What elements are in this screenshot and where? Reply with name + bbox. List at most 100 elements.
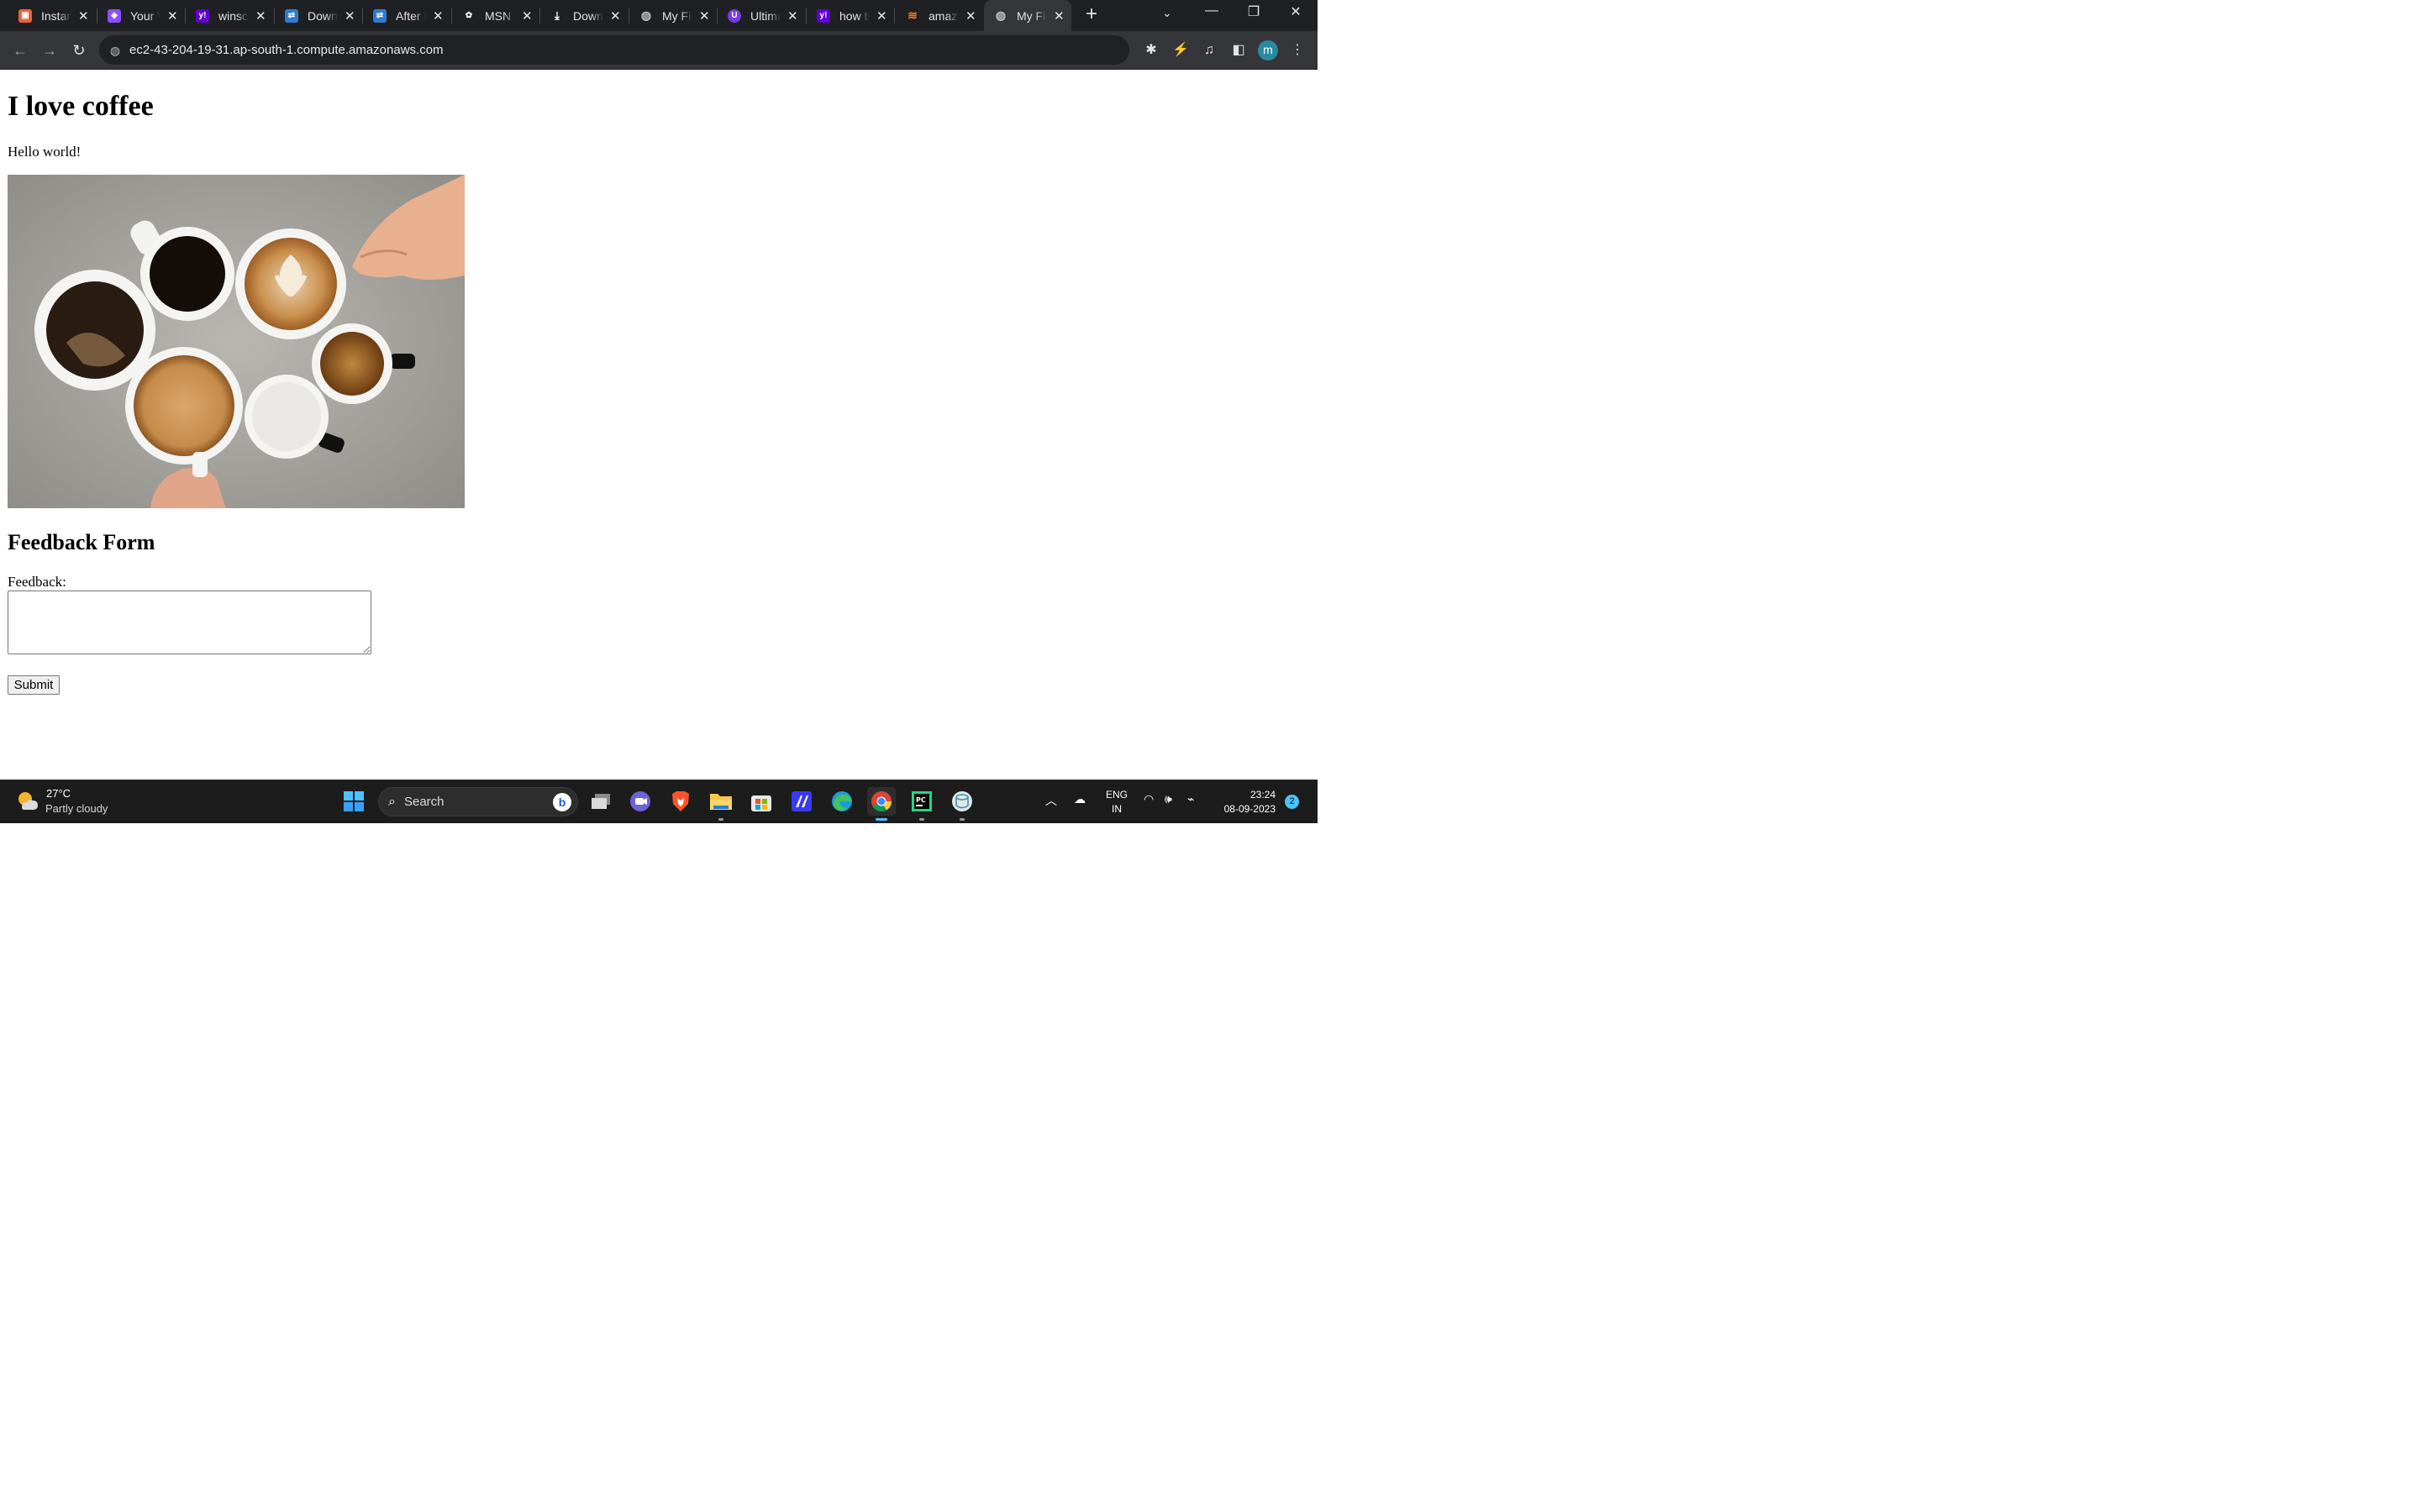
tab-download-2[interactable]: ⤓ Download ✕ [540, 3, 621, 28]
language-line-1: ENG [1106, 789, 1128, 801]
task-view-icon[interactable] [587, 787, 615, 816]
msn-icon: ✿ [465, 11, 473, 20]
brave-icon[interactable] [666, 787, 695, 816]
show-hidden-icons-chevron-icon[interactable]: ︿ [1045, 792, 1057, 809]
stackoverflow-icon: ≋ [908, 8, 918, 22]
back-button[interactable]: ← [9, 39, 31, 61]
winscp-icon: ⇄ [285, 8, 298, 23]
globe-icon: ◍ [995, 8, 1007, 22]
visual-studio-icon[interactable] [787, 787, 816, 816]
tab-title: Ultimate [750, 8, 781, 23]
tab-how-to[interactable]: y! how to ✕ [807, 3, 887, 28]
tab-title: Download [573, 8, 603, 23]
tab-ultimate[interactable]: U Ultimate ✕ [718, 3, 798, 28]
globe-icon: ◍ [640, 8, 652, 22]
tab-winscp[interactable]: y! winscp ✕ [186, 3, 266, 28]
tab-my-first-active[interactable]: ◍ My First ✕ [984, 0, 1071, 31]
close-icon[interactable]: ✕ [965, 8, 976, 24]
tab-title: My First [1017, 8, 1047, 23]
tab-title: amazon [929, 8, 959, 23]
menu-icon[interactable]: ⋮ [1286, 39, 1308, 61]
site-info-icon[interactable]: ◍ [108, 43, 123, 58]
weather-condition[interactable]: Partly cloudy [45, 802, 108, 815]
battery-charging-icon[interactable]: ⌁ [1187, 792, 1194, 806]
ms-store-icon[interactable] [747, 787, 776, 816]
performance-icon[interactable]: ⚡ [1170, 39, 1192, 61]
media-controls-icon[interactable]: ♫ [1198, 39, 1220, 61]
tab-title: MSN [485, 8, 512, 23]
minimize-button[interactable]: — [1195, 3, 1228, 18]
clock-date: 08-09-2023 [1223, 803, 1276, 815]
clock-time: 23:24 [1249, 789, 1276, 801]
pycharm-icon[interactable]: PC [908, 787, 936, 821]
partly-cloudy-icon[interactable] [15, 789, 40, 814]
feedback-textarea[interactable] [8, 591, 371, 654]
close-icon[interactable]: ✕ [78, 8, 89, 24]
close-icon[interactable]: ✕ [876, 8, 887, 24]
address-bar[interactable]: ◍ ec2-43-204-19-31.ap-south-1.compute.am… [99, 35, 1129, 65]
tab-amazon[interactable]: ≋ amazon ✕ [896, 3, 976, 28]
close-icon[interactable]: ✕ [433, 8, 444, 24]
close-window-button[interactable]: ✕ [1279, 3, 1313, 20]
windows-taskbar: 27°C Partly cloudy ⌕ Search b PC ︿ ☁ ENG… [0, 780, 1318, 823]
submit-button[interactable]: Submit [8, 675, 60, 695]
coffee-image [8, 175, 465, 508]
extensions-icon[interactable]: ✱ [1140, 39, 1162, 61]
tab-title: After Installing [396, 8, 426, 23]
tab-my-first[interactable]: ◍ My First ✕ [629, 3, 710, 28]
running-indicator [718, 818, 723, 821]
volume-icon[interactable]: 🕪 [1165, 792, 1172, 806]
taskbar-search[interactable]: ⌕ Search b [378, 787, 578, 816]
tab-msn[interactable]: ✿ MSN ✕ [452, 3, 533, 28]
onedrive-cloud-icon[interactable]: ☁ [1074, 792, 1086, 806]
tab-your-vpcs[interactable]: ◈ Your VPCs ✕ [97, 3, 178, 28]
start-icon[interactable] [339, 787, 368, 816]
tab-search-chevron-icon[interactable]: ⌄ [1162, 6, 1172, 20]
tab-title: how to [839, 8, 870, 23]
restore-button[interactable]: ❐ [1237, 3, 1270, 20]
teams-icon[interactable] [626, 787, 655, 816]
yahoo-icon: y! [817, 8, 830, 23]
web-page: I love coffee Hello world! Feedback Form… [0, 71, 1318, 780]
clock[interactable]: 23:24 08-09-2023 [1217, 788, 1276, 816]
edge-icon[interactable] [828, 787, 856, 816]
tab-title: My First [662, 8, 692, 23]
tab-download[interactable]: ⇄ Download ✕ [275, 3, 355, 28]
svg-text:PC: PC [916, 796, 926, 804]
page-title: I love coffee [8, 91, 154, 122]
weather-temp[interactable]: 27°C [46, 787, 71, 800]
input-language[interactable]: ENG IN [1106, 788, 1128, 816]
yahoo-icon: y! [196, 8, 209, 23]
notification-badge[interactable]: 2 [1285, 795, 1299, 809]
search-placeholder: Search [403, 795, 445, 809]
close-icon[interactable]: ✕ [699, 8, 710, 24]
wifi-icon[interactable]: ◠ [1144, 792, 1154, 806]
new-tab-button[interactable]: + [1081, 4, 1102, 24]
close-icon[interactable]: ✕ [787, 8, 798, 24]
browser-toolbar: ← → ↻ ◍ ec2-43-204-19-31.ap-south-1.comp… [0, 31, 1318, 70]
language-line-2: IN [1112, 803, 1122, 815]
active-indicator [876, 818, 887, 821]
profile-avatar[interactable]: m [1258, 40, 1278, 60]
winscp-icon: ⇄ [373, 8, 387, 23]
close-icon[interactable]: ✕ [345, 8, 355, 24]
bing-icon[interactable]: b [553, 793, 571, 811]
running-indicator [960, 818, 965, 821]
url-text[interactable]: ec2-43-204-19-31.ap-south-1.compute.amaz… [129, 43, 444, 57]
tab-after-installing[interactable]: ⇄ After Installing ✕ [363, 3, 444, 28]
db-icon[interactable] [948, 787, 976, 821]
form-title: Feedback Form [8, 530, 155, 554]
tab-instances[interactable]: ▣ Instances ✕ [8, 3, 89, 28]
close-icon[interactable]: ✕ [1054, 8, 1065, 24]
close-icon[interactable]: ✕ [610, 8, 621, 24]
close-icon[interactable]: ✕ [522, 8, 533, 24]
reload-button[interactable]: ↻ [68, 39, 90, 61]
file-explorer-icon[interactable] [707, 787, 735, 821]
chrome-icon[interactable] [867, 787, 896, 821]
tab-title: Instances [41, 8, 71, 23]
side-panel-icon[interactable]: ◧ [1228, 39, 1249, 61]
close-icon[interactable]: ✕ [255, 8, 266, 24]
close-icon[interactable]: ✕ [167, 8, 178, 24]
forward-button[interactable]: → [39, 39, 60, 61]
search-icon: ⌕ [388, 794, 396, 809]
